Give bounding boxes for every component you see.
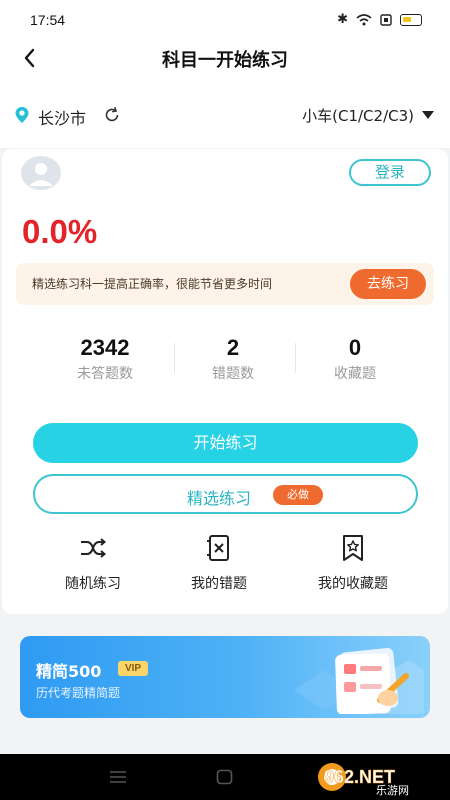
random-practice-item[interactable]: 随机练习 xyxy=(28,533,158,593)
home-icon[interactable] xyxy=(216,769,233,785)
status-bar: 17:54 ✱ xyxy=(0,0,450,40)
selected-practice-button[interactable]: 精选练习 必做 xyxy=(33,474,418,514)
promo-title: 精简500 xyxy=(36,662,102,681)
stat-label: 收藏题 xyxy=(334,366,376,382)
promo-banner[interactable]: 精简500 VIP 历代考题精简题 xyxy=(20,636,430,718)
battery-icon xyxy=(400,13,422,26)
selected-practice-label: 精选练习 xyxy=(187,489,252,508)
watermark-logo: 962.NET 乐游网 xyxy=(318,763,409,797)
city-name[interactable]: 长沙市 xyxy=(38,105,86,129)
login-button[interactable]: 登录 xyxy=(349,159,431,186)
svg-text:乐游网: 乐游网 xyxy=(376,784,409,797)
go-practice-button[interactable]: 去练习 xyxy=(350,269,426,299)
stat-label: 未答题数 xyxy=(77,366,133,382)
my-favorites-item[interactable]: 我的收藏题 xyxy=(288,533,418,593)
nav-bar: 科目一开始练习 xyxy=(0,40,450,76)
stats-row: 2342 未答题数 2 错题数 0 收藏题 xyxy=(2,335,448,387)
practice-card: 登录 0.0% 精选练习科一提高正确率，很能节省更多时间 去练习 2342 未答… xyxy=(2,149,448,614)
tip-text: 精选练习科一提高正确率，很能节省更多时间 xyxy=(32,277,273,291)
menu-icon[interactable] xyxy=(109,770,127,784)
avatar[interactable] xyxy=(20,155,62,191)
stat-wrong[interactable]: 2 错题数 xyxy=(173,335,293,383)
location-pin-icon[interactable] xyxy=(14,106,30,124)
system-nav-bar: 962.NET 乐游网 xyxy=(0,754,450,800)
location-row: 长沙市 小车(C1/C2/C3) xyxy=(0,76,450,148)
stat-unanswered[interactable]: 2342 未答题数 xyxy=(45,335,165,383)
accuracy-rate: 0.0% xyxy=(22,213,98,250)
stat-favorites[interactable]: 0 收藏题 xyxy=(295,335,415,383)
stat-value: 2 xyxy=(226,335,240,360)
car-type-label: 小车(C1/C2/C3) xyxy=(302,107,414,125)
my-wrong-questions-item[interactable]: 我的错题 xyxy=(154,533,284,593)
must-do-badge: 必做 xyxy=(273,485,323,505)
car-type-dropdown[interactable]: 小车(C1/C2/C3) xyxy=(302,105,434,126)
wifi-icon xyxy=(356,13,372,25)
quick-actions: 随机练习 我的错题 我的收藏题 xyxy=(2,533,448,603)
site-watermark: 962.NET 乐游网 xyxy=(314,757,444,797)
promo-subtitle: 历代考题精简题 xyxy=(36,686,121,700)
refresh-icon[interactable] xyxy=(103,106,121,124)
quick-label: 我的错题 xyxy=(191,576,247,592)
caret-down-icon xyxy=(422,111,434,119)
tip-banner: 精选练习科一提高正确率，很能节省更多时间 去练习 xyxy=(16,263,434,305)
stat-value: 0 xyxy=(348,335,362,360)
vip-badge: VIP xyxy=(118,661,148,676)
stat-value: 2342 xyxy=(80,335,130,360)
exam-paper-illustration xyxy=(294,647,424,714)
quick-label: 随机练习 xyxy=(65,576,121,592)
bluetooth-icon: ✱ xyxy=(337,12,348,27)
favorite-bookmark-icon xyxy=(343,535,363,561)
sim-icon xyxy=(380,13,392,26)
wrong-questions-icon xyxy=(207,535,229,561)
shuffle-icon xyxy=(81,538,107,558)
status-time: 17:54 xyxy=(30,12,66,28)
page-title: 科目一开始练习 xyxy=(162,50,288,71)
status-icons: ✱ xyxy=(337,12,422,27)
start-practice-button[interactable]: 开始练习 xyxy=(33,423,418,463)
quick-label: 我的收藏题 xyxy=(318,576,388,592)
stat-label: 错题数 xyxy=(212,366,254,382)
